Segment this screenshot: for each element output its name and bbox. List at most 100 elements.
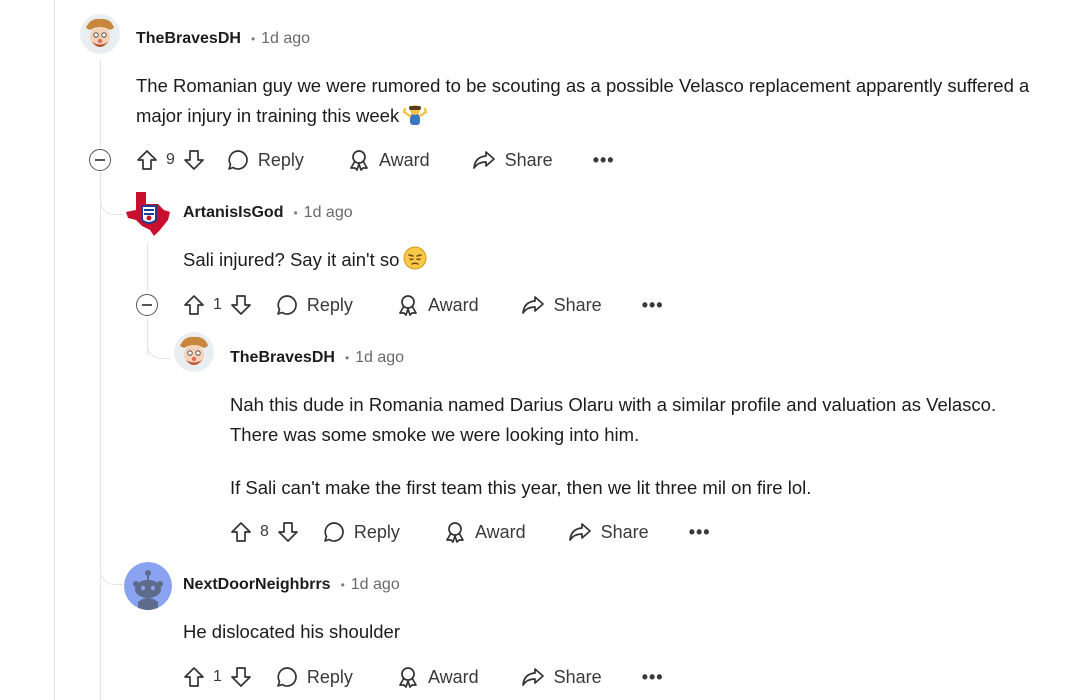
comment-text: He dislocated his shoulder (183, 621, 400, 642)
share-label: Share (553, 294, 602, 315)
award-icon (350, 150, 368, 171)
username[interactable]: NextDoorNeighbrrs (183, 576, 331, 594)
comment-actions: 1 Reply Award Share ••• (183, 290, 664, 320)
share-button[interactable]: Share (521, 294, 602, 316)
comment-bubble-icon (324, 522, 344, 542)
thread-line (147, 242, 148, 292)
comment-body: Sali injured? Say it ain't so (183, 245, 1033, 279)
award-label: Award (427, 294, 479, 315)
timestamp[interactable]: 1d ago (261, 30, 310, 48)
upvote-button[interactable] (230, 521, 252, 543)
vote-count: 1 (213, 668, 222, 685)
share-button[interactable]: Share (521, 666, 602, 688)
vote-count: 9 (166, 151, 175, 168)
reply-label: Reply (353, 521, 400, 542)
downvote-button[interactable] (230, 294, 252, 316)
avatar[interactable] (80, 14, 120, 54)
reply-button[interactable]: Reply (276, 294, 353, 316)
comment-meta: NextDoorNeighbrrs • 1d ago (183, 576, 400, 594)
share-label: Share (553, 666, 602, 687)
award-icon (399, 295, 417, 316)
more-options-button[interactable]: ••• (593, 150, 615, 171)
upvote-button[interactable] (136, 149, 158, 171)
thread-connector (100, 562, 123, 585)
vote-count: 1 (213, 296, 222, 313)
collapse-button[interactable] (136, 294, 158, 316)
more-options-button[interactable]: ••• (642, 295, 664, 316)
avatar[interactable] (174, 332, 214, 372)
timestamp[interactable]: 1d ago (351, 576, 400, 594)
award-label: Award (427, 666, 479, 687)
upvote-icon (184, 295, 204, 315)
thread-connector (100, 192, 123, 215)
comment-body: Nah this dude in Romania named Darius Ol… (230, 390, 1020, 503)
share-icon (472, 151, 495, 169)
avatar[interactable] (124, 562, 172, 610)
comment-body: He dislocated his shoulder (183, 617, 983, 647)
comment-body: The Romanian guy we were rumored to be s… (136, 71, 1036, 135)
comment-meta: ArtanisIsGod • 1d ago (183, 204, 353, 222)
upvote-icon (184, 667, 204, 687)
upvote-icon (231, 522, 251, 542)
share-button[interactable]: Share (568, 521, 649, 543)
comment-bubble-icon (277, 295, 297, 315)
more-options-icon: ••• (641, 294, 664, 315)
comment-actions: 8 Reply Award Share ••• (230, 517, 711, 547)
award-button[interactable]: Award (348, 149, 430, 171)
reply-button[interactable]: Reply (227, 149, 304, 171)
timestamp[interactable]: 1d ago (304, 204, 353, 222)
username[interactable]: ArtanisIsGod (183, 204, 283, 222)
comment-bubble-icon (277, 667, 297, 687)
comment-bubble-icon (228, 150, 248, 170)
share-label: Share (600, 521, 649, 542)
downvote-button[interactable] (230, 666, 252, 688)
share-icon (521, 296, 544, 314)
more-options-icon: ••• (688, 521, 711, 542)
more-options-button[interactable]: ••• (642, 667, 664, 688)
downvote-button[interactable] (277, 521, 299, 543)
downvote-icon (231, 295, 251, 315)
username[interactable]: TheBravesDH (230, 349, 335, 367)
award-icon (399, 667, 417, 688)
vote-count: 8 (260, 523, 269, 540)
more-options-icon: ••• (592, 149, 615, 170)
downvote-button[interactable] (183, 149, 205, 171)
downvote-icon (278, 522, 298, 542)
award-label: Award (378, 149, 430, 170)
upvote-button[interactable] (183, 666, 205, 688)
award-label: Award (474, 521, 526, 542)
collapse-button[interactable] (89, 149, 111, 171)
thread-connector (147, 336, 170, 359)
separator: • (250, 32, 256, 46)
comment-actions: 1 Reply Award Share ••• (183, 662, 664, 692)
reply-label: Reply (306, 666, 353, 687)
username[interactable]: TheBravesDH (136, 30, 241, 48)
share-button[interactable]: Share (472, 149, 553, 171)
reply-button[interactable]: Reply (276, 666, 353, 688)
share-icon (521, 668, 544, 686)
share-icon (568, 523, 591, 541)
reply-label: Reply (306, 294, 353, 315)
separator: • (344, 351, 350, 365)
separator: • (293, 206, 298, 220)
award-button[interactable]: Award (397, 294, 479, 316)
avatar[interactable] (124, 190, 172, 238)
upvote-button[interactable] (183, 294, 205, 316)
comment-paragraph: Nah this dude in Romania named Darius Ol… (230, 394, 997, 445)
comment-meta: TheBravesDH • 1d ago (136, 30, 310, 48)
timestamp[interactable]: 1d ago (355, 349, 404, 367)
reply-button[interactable]: Reply (323, 521, 400, 543)
pensive-face-icon (403, 246, 427, 279)
award-button[interactable]: Award (444, 521, 526, 543)
thread-line (54, 0, 55, 700)
award-button[interactable]: Award (397, 666, 479, 688)
comment-paragraph: If Sali can't make the first team this y… (230, 477, 812, 498)
share-label: Share (504, 149, 553, 170)
comment-meta: TheBravesDH • 1d ago (230, 349, 404, 367)
downvote-icon (231, 667, 251, 687)
award-icon (446, 522, 464, 543)
separator: • (340, 578, 345, 592)
comment-text: The Romanian guy we were rumored to be s… (136, 75, 1030, 126)
more-options-button[interactable]: ••• (689, 522, 711, 543)
comment-text: Sali injured? Say it ain't so (183, 249, 400, 270)
